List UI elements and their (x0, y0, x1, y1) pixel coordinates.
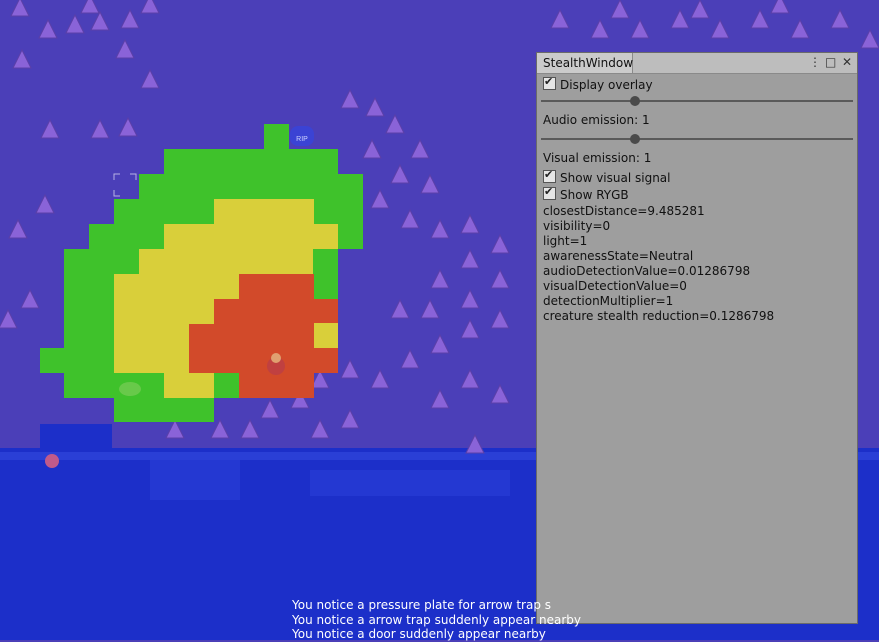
overlay-tile (264, 124, 289, 150)
maximize-icon[interactable]: □ (825, 55, 836, 69)
kebab-menu-icon[interactable]: ⋮ (809, 55, 821, 69)
visual-emission-label: Visual emission: 1 (543, 151, 652, 165)
display-overlay-toggle[interactable]: Display overlay (543, 75, 653, 92)
overlay-tile (214, 299, 314, 324)
checkbox-icon[interactable] (543, 75, 556, 90)
stat-stealth-reduction: creature stealth reduction=0.1286798 (543, 309, 775, 323)
display-overlay-label: Display overlay (560, 78, 653, 92)
player-head-icon (271, 353, 281, 363)
visual-emission-slider[interactable] (541, 133, 853, 145)
orb-icon[interactable] (45, 454, 59, 468)
overlay-tile (164, 373, 214, 398)
audio-emission-slider[interactable] (541, 95, 853, 107)
stat-visual-detection: visualDetectionValue=0 (543, 279, 687, 293)
audio-emission-label: Audio emission: 1 (543, 113, 650, 127)
window-title: StealthWindow (543, 56, 634, 70)
stat-visibility: visibility=0 (543, 219, 611, 233)
overlay-tile (239, 274, 314, 299)
overlay-tile (214, 199, 314, 224)
water-inlet (40, 424, 112, 454)
show-visual-signal-label: Show visual signal (560, 171, 671, 185)
show-visual-signal-toggle[interactable]: Show visual signal (543, 168, 671, 185)
slider-track[interactable] (541, 100, 853, 102)
tombstone[interactable]: RIP (290, 126, 314, 146)
overlay-tile (114, 398, 214, 422)
overlay-tile (164, 149, 338, 175)
overlay-tile (164, 224, 338, 249)
checkbox-icon[interactable] (543, 168, 556, 183)
overlay-tile (314, 299, 338, 323)
overlay-tile (139, 174, 363, 200)
green-creature[interactable] (119, 382, 141, 396)
overlay-tile (189, 324, 314, 373)
slider-thumb[interactable] (629, 96, 640, 106)
slider-thumb[interactable] (629, 134, 640, 144)
show-rygb-label: Show RYGB (560, 188, 629, 202)
lizard-icon[interactable] (119, 382, 141, 396)
water-shallows (150, 460, 240, 500)
message-log-line: You notice a arrow trap suddenly appear … (292, 613, 581, 627)
stat-audio-detection: audioDetectionValue=0.01286798 (543, 264, 751, 278)
stealth-window: StealthWindow ⋮ □ ✕ Display overlay Audi… (536, 52, 858, 624)
stat-light: light=1 (543, 234, 588, 248)
close-icon[interactable]: ✕ (842, 55, 852, 69)
tombstone-label: RIP (296, 136, 308, 143)
stat-detection-multiplier: detectionMultiplier=1 (543, 294, 674, 308)
checkbox-icon[interactable] (543, 185, 556, 200)
stat-awareness-state: awarenessState=Neutral (543, 249, 694, 263)
overlay-tile (239, 373, 314, 398)
slider-track[interactable] (541, 138, 853, 140)
window-titlebar: StealthWindow ⋮ □ ✕ (537, 53, 857, 74)
overlay-tile (139, 249, 313, 274)
window-tab[interactable]: StealthWindow (537, 53, 633, 73)
stat-closest-distance: closestDistance=9.485281 (543, 204, 705, 218)
water-shallows (310, 470, 510, 496)
overlay-tile (314, 348, 338, 373)
message-log-line: You notice a pressure plate for arrow tr… (292, 598, 552, 612)
show-rygb-toggle[interactable]: Show RYGB (543, 185, 629, 202)
